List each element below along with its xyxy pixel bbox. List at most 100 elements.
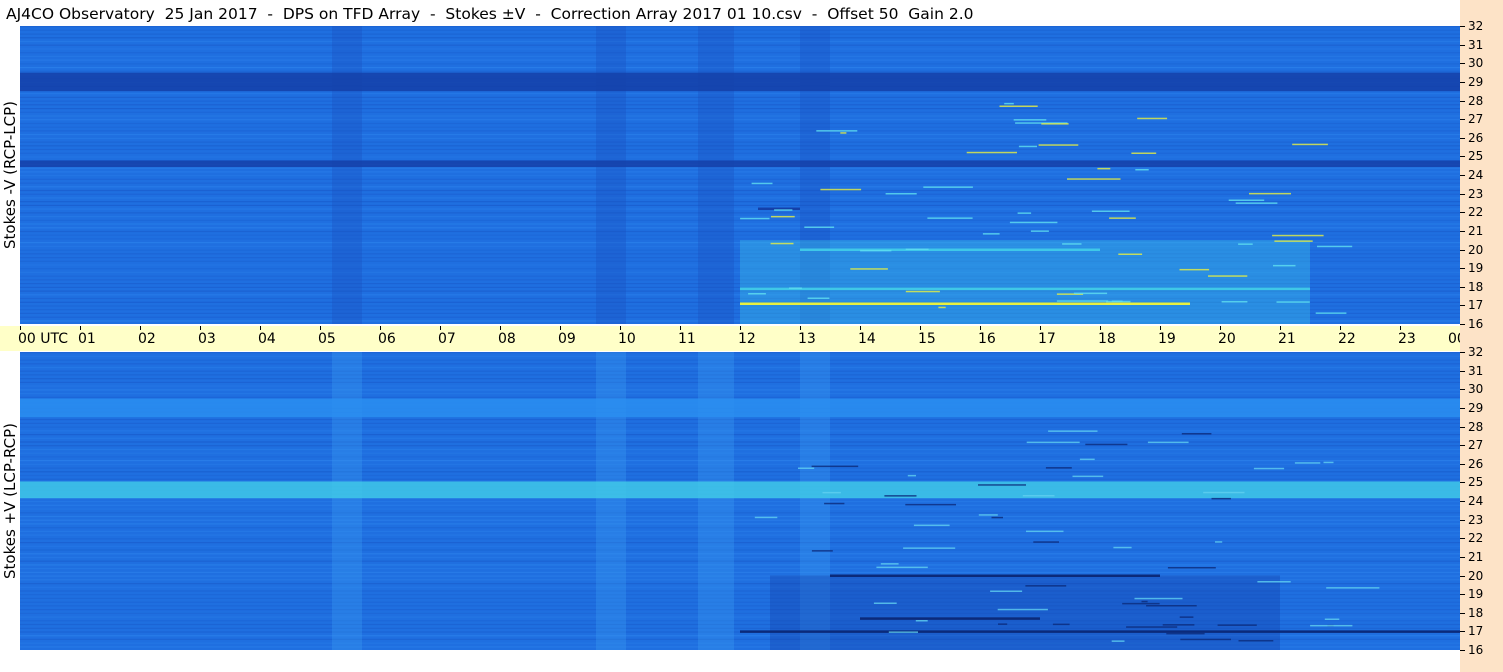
freq-tick xyxy=(1460,81,1465,83)
speckle-line xyxy=(1162,624,1195,626)
speckle-line xyxy=(804,226,835,228)
channel-stripe xyxy=(20,186,1460,188)
time-tick xyxy=(800,326,801,330)
time-tick-label: 08 xyxy=(498,331,516,347)
speckle-line xyxy=(927,217,973,219)
channel-stripe xyxy=(20,175,1460,177)
time-tick-label: 07 xyxy=(438,331,456,347)
speckle-line xyxy=(1326,587,1380,589)
top-freq-tick-label: 18 xyxy=(1468,279,1484,294)
speckle-line xyxy=(807,297,830,299)
speckle-line xyxy=(1026,441,1080,444)
top-panel-ylabel: Stokes -V (RCP-LCP) xyxy=(0,26,20,324)
channel-stripe xyxy=(20,137,1460,139)
speckle-line xyxy=(1238,243,1253,245)
speckle-line xyxy=(1137,117,1168,120)
freq-tick xyxy=(1460,26,1465,27)
channel-stripe xyxy=(20,29,1460,31)
channel-stripe xyxy=(20,96,1460,98)
time-tick xyxy=(560,326,561,330)
speckle-line xyxy=(966,151,1017,154)
speckle-line xyxy=(1249,192,1291,195)
channel-stripe xyxy=(20,534,1460,536)
channel-stripe xyxy=(20,445,1460,447)
speckle-line xyxy=(774,209,793,211)
channel-stripe xyxy=(20,219,1460,221)
time-tick-label: 10 xyxy=(618,331,636,347)
channel-stripe xyxy=(20,437,1460,439)
speckle-line xyxy=(888,631,918,633)
time-tick xyxy=(1220,326,1221,330)
channel-stripe xyxy=(20,63,1460,65)
time-tick xyxy=(1100,326,1101,330)
channel-stripe xyxy=(20,530,1460,532)
frequency-band xyxy=(20,72,1460,92)
top-freq-tick-label: 32 xyxy=(1468,19,1484,33)
speckle-line xyxy=(1274,240,1313,242)
speckle-line xyxy=(1294,462,1321,464)
speckle-line xyxy=(1134,597,1183,600)
speckle-line xyxy=(1323,461,1334,464)
bottom-freq-tick-label: 16 xyxy=(1468,643,1484,657)
bottom-freq-tick-label: 19 xyxy=(1468,587,1484,602)
channel-stripe xyxy=(20,223,1460,225)
emission-line xyxy=(740,287,1310,291)
emission-line xyxy=(830,574,1160,577)
channel-stripe xyxy=(20,70,1460,72)
channel-stripe xyxy=(20,238,1460,240)
speckle-line xyxy=(1056,300,1109,302)
speckle-line xyxy=(754,516,778,519)
speckle-line xyxy=(999,105,1038,107)
speckle-line xyxy=(1131,152,1157,154)
interference-column xyxy=(698,352,734,650)
channel-stripe xyxy=(20,208,1460,210)
bottom-freq-tick-label: 30 xyxy=(1468,382,1484,397)
time-tick-label: 20 xyxy=(1218,331,1236,347)
speckle-line xyxy=(770,242,794,245)
freq-tick xyxy=(1460,389,1465,391)
emission-line xyxy=(740,630,1460,633)
speckle-line xyxy=(1111,640,1125,642)
channel-stripe xyxy=(20,93,1460,95)
top-freq-tick-label: 30 xyxy=(1468,56,1484,71)
speckle-line xyxy=(938,306,946,309)
channel-stripe xyxy=(20,227,1460,229)
top-freq-tick-label: 25 xyxy=(1468,149,1484,164)
channel-stripe xyxy=(20,189,1460,192)
speckle-line xyxy=(1079,458,1095,461)
time-tick-label: 01 xyxy=(78,331,96,347)
freq-tick xyxy=(1460,305,1465,307)
top-freq-tick-label: 28 xyxy=(1468,93,1484,108)
freq-tick xyxy=(1460,193,1465,195)
channel-stripe xyxy=(20,389,1460,391)
speckle-line xyxy=(1126,626,1178,628)
channel-stripe xyxy=(20,182,1460,184)
bottom-freq-tick-label: 31 xyxy=(1468,363,1484,378)
freq-tick xyxy=(1460,594,1465,596)
channel-stripe xyxy=(20,359,1460,361)
freq-tick xyxy=(1460,212,1465,214)
speckle-line xyxy=(1045,467,1072,469)
speckle-line xyxy=(873,602,897,604)
speckle-line xyxy=(1048,430,1098,432)
top-panel-ylabel-text: Stokes -V (RCP-LCP) xyxy=(1,101,19,249)
speckle-line xyxy=(884,495,917,497)
time-tick xyxy=(20,326,21,330)
frequency-band xyxy=(20,398,1460,418)
bottom-freq-tick-label: 25 xyxy=(1468,475,1484,490)
speckle-line xyxy=(1017,212,1032,214)
speckle-line xyxy=(1215,541,1223,543)
speckle-line xyxy=(998,623,1008,625)
speckle-line xyxy=(1085,443,1128,446)
interference-column xyxy=(332,26,362,324)
speckle-line xyxy=(876,566,928,569)
speckle-line xyxy=(1013,119,1047,121)
channel-stripe xyxy=(20,355,1460,357)
speckle-line xyxy=(1310,624,1353,627)
speckle-line xyxy=(1026,530,1064,533)
time-tick xyxy=(260,326,261,330)
bottom-freq-tick-label: 20 xyxy=(1468,568,1484,583)
time-tick-label: 00 UTC xyxy=(18,331,69,347)
channel-stripe xyxy=(20,216,1460,218)
channel-stripe xyxy=(20,456,1460,458)
